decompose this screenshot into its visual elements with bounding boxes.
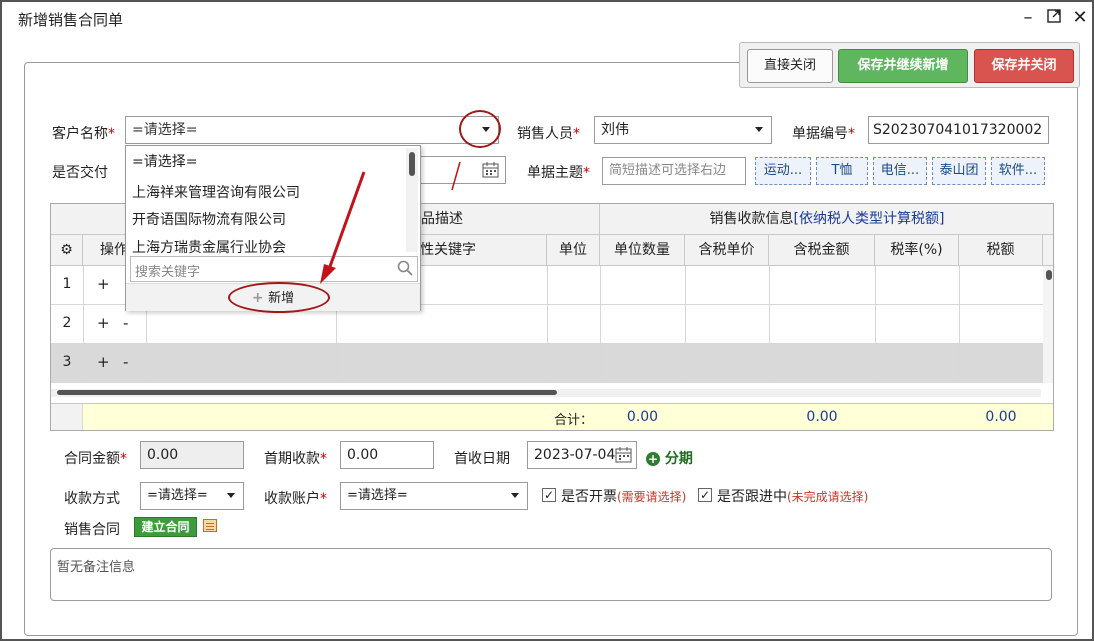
add-row-button[interactable]: +: [97, 314, 110, 332]
grid-line: [600, 266, 601, 383]
subject-tag[interactable]: 电信...: [873, 157, 927, 185]
doc-no-label: 单据编号*: [792, 126, 855, 142]
dropdown-search[interactable]: 搜索关键字: [130, 256, 418, 282]
remove-row-button[interactable]: -: [123, 314, 128, 332]
vertical-scrollbar[interactable]: [1043, 266, 1053, 383]
footer-blank: [51, 404, 83, 430]
grid-line: [769, 266, 770, 383]
subject-tag[interactable]: 泰山团: [932, 157, 986, 185]
red-mark: [451, 161, 461, 191]
save-continue-button[interactable]: 保存并继续新增: [838, 49, 968, 83]
contract-amount-field: 0.00: [140, 441, 244, 469]
close-button[interactable]: 直接关闭: [747, 49, 833, 83]
total-qty: 0.00: [626, 409, 659, 425]
salesperson-select[interactable]: 刘伟: [594, 116, 772, 144]
col-unit: 单位: [547, 235, 600, 266]
subject-field[interactable]: 简短描述可选择右边: [602, 157, 746, 185]
doc-no-field[interactable]: S202307041017320002: [868, 116, 1049, 144]
remark-textarea[interactable]: 暂无备注信息: [50, 548, 1052, 601]
grid-line: [547, 266, 548, 383]
col-rate: 税率(%): [875, 235, 959, 266]
subject-tag[interactable]: T恤: [816, 157, 868, 185]
gear-icon[interactable]: ⚙: [60, 242, 73, 258]
row-number: 1: [62, 276, 72, 292]
chevron-down-icon[interactable]: [227, 493, 235, 498]
sales-group-header: 销售收款信息[依纳税人类型计算税额]: [600, 204, 1053, 235]
follow-label: 是否跟进中(未完成请选择): [717, 489, 869, 505]
search-icon[interactable]: [397, 260, 413, 280]
plus-circle-icon: +: [646, 452, 660, 466]
row-number: 3: [62, 354, 72, 370]
sales-contract-label: 销售合同: [64, 522, 120, 538]
grid-line: [959, 266, 960, 383]
follow-checkbox[interactable]: ✓: [698, 488, 712, 502]
installment-link[interactable]: + 分期: [646, 448, 693, 468]
first-date-label: 首收日期: [454, 451, 510, 467]
first-payment-field[interactable]: 0.00: [340, 441, 434, 469]
dropdown-scrollbar[interactable]: [406, 148, 418, 252]
first-date-field[interactable]: 2023-07-04: [527, 441, 637, 469]
minimize-icon[interactable]: –: [1018, 8, 1038, 28]
dropdown-option[interactable]: =请选择=: [132, 151, 197, 171]
scroll-thumb[interactable]: [409, 152, 415, 176]
settings-icon-cell[interactable]: ⚙: [51, 235, 83, 266]
horizontal-scrollbar[interactable]: [51, 389, 1041, 397]
subject-tag[interactable]: 运动...: [755, 157, 811, 185]
grid-line: [83, 266, 84, 383]
calendar-icon[interactable]: [615, 446, 632, 468]
calendar-icon[interactable]: [482, 161, 499, 183]
dropdown-option[interactable]: 上海方瑞贵金属行业协会: [132, 237, 286, 257]
create-contract-button[interactable]: 建立合同: [134, 517, 197, 537]
total-label: 合计：: [553, 413, 593, 428]
row-number: 2: [62, 315, 72, 331]
remove-row-button[interactable]: -: [123, 353, 128, 371]
customer-select[interactable]: =请选择=: [125, 116, 499, 144]
invoice-checkbox[interactable]: ✓: [542, 488, 556, 502]
action-bar: 直接关闭 保存并继续新增 保存并关闭: [739, 42, 1080, 88]
col-qty: 单位数量: [600, 235, 685, 266]
col-tax: 税额: [959, 235, 1043, 266]
subject-label: 单据主题*: [527, 165, 590, 181]
dropdown-option[interactable]: 开奇语国际物流有限公司: [132, 209, 286, 229]
total-tax: 0.00: [985, 409, 1017, 425]
payment-account-select[interactable]: =请选择=: [340, 482, 528, 510]
first-payment-label: 首期收款*: [264, 451, 327, 467]
col-price: 含税单价: [685, 235, 769, 266]
document-icon[interactable]: [203, 519, 217, 532]
col-extra: [1043, 235, 1053, 266]
search-placeholder: 搜索关键字: [135, 265, 201, 280]
window-title: 新增销售合同单: [18, 11, 124, 29]
chevron-down-icon[interactable]: [755, 127, 763, 132]
scroll-thumb[interactable]: [57, 390, 557, 395]
payment-method-select[interactable]: =请选择=: [140, 482, 244, 510]
add-row-button[interactable]: +: [97, 353, 110, 371]
maximize-icon[interactable]: [1044, 8, 1064, 28]
scroll-thumb[interactable]: [1046, 270, 1052, 280]
payment-account-label: 收款账户*: [264, 491, 327, 507]
salesperson-label: 销售人员*: [517, 126, 580, 142]
highlight-circle: [459, 110, 501, 148]
col-amount: 含税金额: [769, 235, 875, 266]
save-close-button[interactable]: 保存并关闭: [974, 49, 1074, 83]
close-icon[interactable]: ✕: [1070, 8, 1090, 28]
payment-method-label: 收款方式: [64, 491, 120, 507]
invoice-label: 是否开票(需要请选择): [561, 489, 687, 505]
delivered-label: 是否交付: [52, 165, 108, 181]
contract-amount-label: 合同金额*: [64, 451, 127, 467]
chevron-down-icon[interactable]: [511, 493, 519, 498]
table-footer: 合计： 0.00 0.00 0.00: [51, 403, 1053, 430]
dropdown-option[interactable]: 上海祥来管理咨询有限公司: [132, 182, 300, 202]
grid-line: [685, 266, 686, 383]
add-row-button[interactable]: +: [97, 275, 110, 293]
total-amount: 0.00: [806, 409, 838, 425]
subject-tag[interactable]: 软件...: [991, 157, 1045, 185]
customer-label: 客户名称*: [52, 126, 115, 142]
grid-line: [875, 266, 876, 383]
date-field[interactable]: [420, 156, 506, 184]
annotation-arrow: [320, 171, 366, 284]
